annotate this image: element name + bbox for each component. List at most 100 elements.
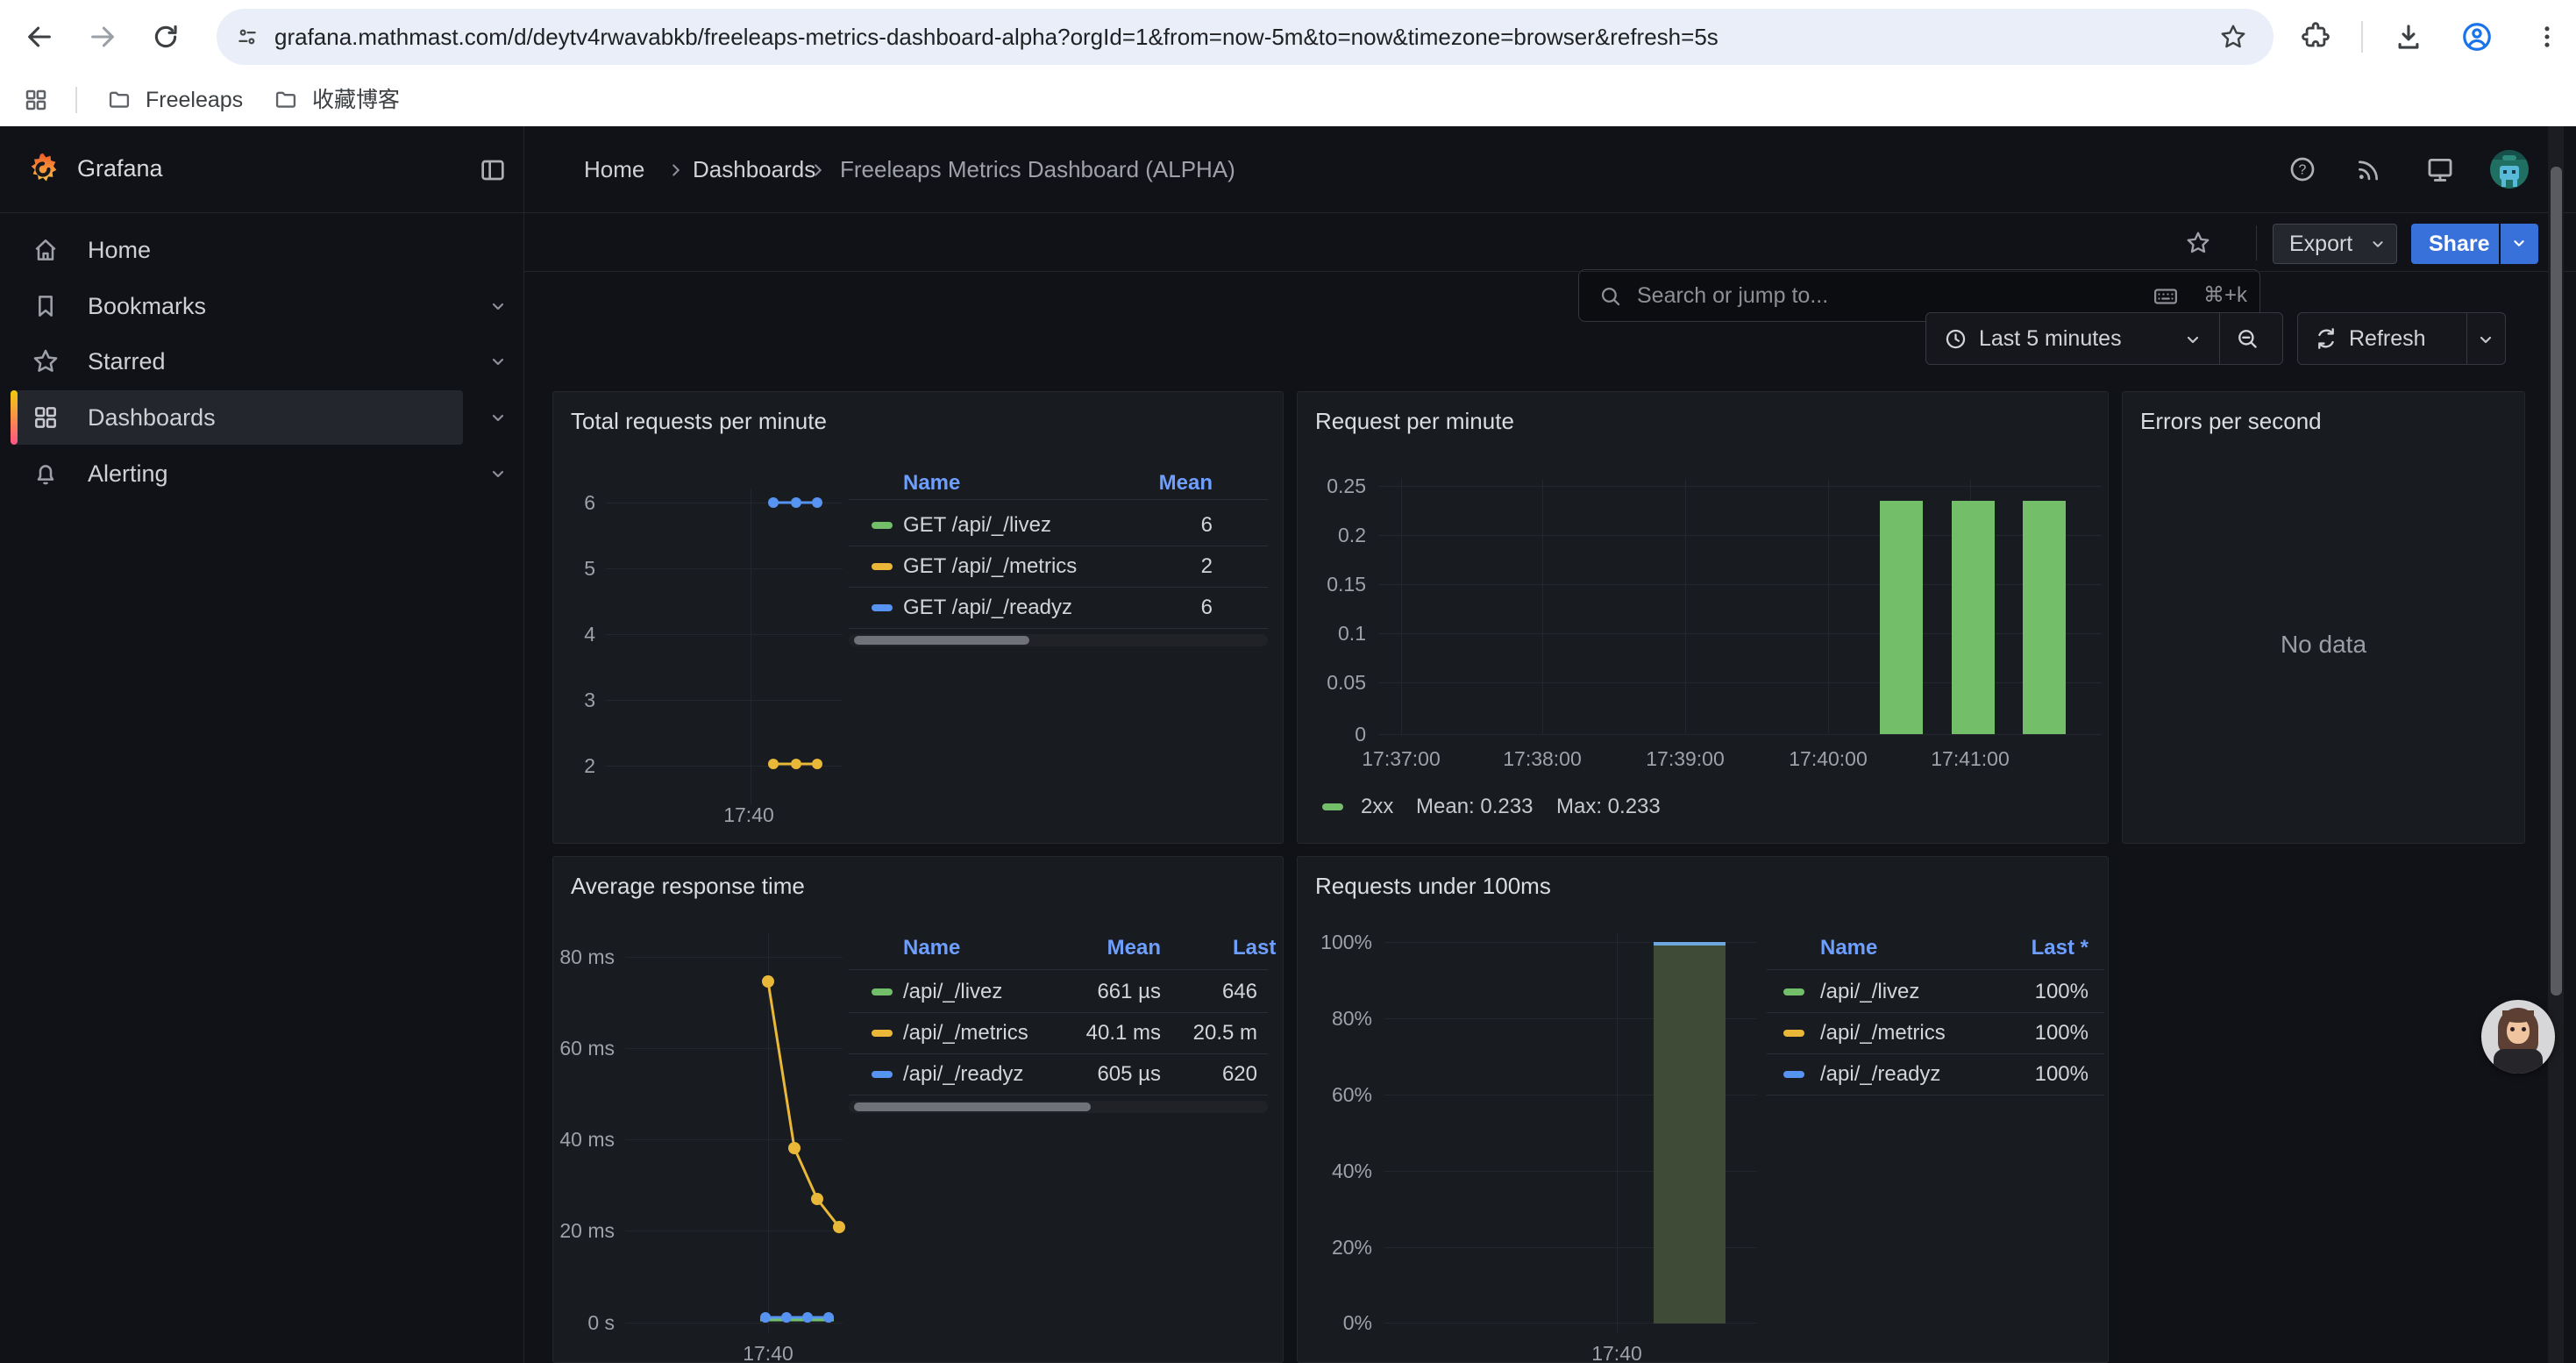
monitor-icon[interactable] [2425,154,2455,184]
scrollbar-thumb[interactable] [2551,167,2562,995]
avatar-body [2494,1049,2543,1074]
x-tick: 17:39:00 [1624,746,1747,771]
panel-title[interactable]: Average response time [571,873,805,899]
svg-text:?: ? [2299,163,2307,178]
user-avatar[interactable] [2490,150,2529,189]
chevron-down-icon[interactable] [487,463,509,484]
panel-title[interactable]: Request per minute [1315,408,1514,434]
time-range-group: Last 5 minutes [1925,312,2283,365]
x-tick: 17:40 [1573,1341,1661,1363]
help-icon[interactable]: ? [2288,155,2316,183]
avatar-eye [2510,1027,2515,1031]
bar-2xx [1880,501,1923,734]
browser-toolbar: grafana.mathmast.com/d/deytv4rwavabkb/fr… [0,0,2576,74]
series-color-chip [872,1030,893,1037]
sidebar-item-home[interactable]: Home [0,223,523,277]
sidebar-item-alerting[interactable]: Alerting [0,446,523,501]
download-icon[interactable] [2394,22,2423,52]
screen: grafana.mathmast.com/d/deytv4rwavabkb/fr… [0,0,2576,1363]
legend-row[interactable]: /api/_/livez 661 µs 646 [553,979,1284,1005]
chevron-down-icon[interactable] [487,407,509,428]
browser-menu-icon[interactable] [2532,22,2562,52]
favorite-star-icon[interactable] [2185,230,2211,256]
profile-icon[interactable] [2460,20,2494,54]
panel-title[interactable]: Total requests per minute [571,408,827,434]
panel-title[interactable]: Errors per second [2140,408,2322,434]
refresh-icon[interactable] [2314,326,2338,351]
bookmark-folder-freeleaps[interactable]: Freeleaps [146,74,243,126]
actions-divider [2256,225,2257,260]
sidebar-item-starred[interactable]: Starred [0,334,523,389]
star-icon [32,347,60,375]
folder-icon[interactable] [107,88,132,112]
export-button[interactable]: Export [2273,224,2397,264]
clock-icon [1944,327,1968,351]
page-scrollbar[interactable] [2548,126,2564,1363]
extensions-icon[interactable] [2301,22,2330,52]
legend-row[interactable]: /api/_/readyz 100% [1298,1061,2109,1088]
legend-row[interactable]: /api/_/livez 100% [1298,979,2109,1005]
legend-row[interactable]: GET /api/_/readyz 6 [553,595,1284,621]
time-range-picker[interactable]: Last 5 minutes [1979,313,2122,364]
legend-header-mean[interactable]: Mean [1081,472,1213,495]
chevron-down-icon[interactable] [487,296,509,317]
news-rss-icon[interactable] [2355,155,2383,183]
panel-title[interactable]: Requests under 100ms [1315,873,1551,899]
y-tick: 0% [1298,1310,1372,1335]
share-menu-button[interactable] [2501,224,2538,264]
toolbar-divider [2361,21,2363,53]
home-icon [32,236,60,264]
share-button[interactable]: Share [2411,224,2499,264]
no-data-message: No data [2123,631,2524,659]
bookmark-folder-blogs[interactable]: 收藏博客 [312,74,400,126]
dashboards-grid-icon [32,403,60,432]
bar-2xx [1952,501,1995,734]
legend-header-last[interactable]: Last * [1233,937,1278,960]
legend-header-name[interactable]: Name [1820,937,1877,960]
refresh-button[interactable]: Refresh [2349,313,2426,364]
legend-header-name[interactable]: Name [903,472,960,495]
y-tick: 80 ms [553,945,615,969]
series-color-chip [1783,1030,1804,1037]
legend-row[interactable]: /api/_/metrics 40.1 ms 20.5 m [553,1020,1284,1046]
brand-label[interactable]: Grafana [77,155,163,182]
chevron-down-icon[interactable] [2182,329,2203,350]
reload-icon[interactable] [151,22,181,52]
legend-row[interactable]: GET /api/_/metrics 2 [553,553,1284,580]
sidebar-item-bookmarks[interactable]: Bookmarks [0,279,523,333]
zoom-out-icon[interactable] [2235,326,2259,351]
forward-icon[interactable] [88,22,117,52]
sidebar-selected-accent [11,390,18,445]
address-bar[interactable]: grafana.mathmast.com/d/deytv4rwavabkb/fr… [217,9,2274,65]
back-icon[interactable] [25,22,54,52]
breadcrumb-dashboards[interactable]: Dashboards [693,126,815,213]
sidebar-toggle-icon[interactable] [479,156,507,184]
chevron-down-icon[interactable] [487,351,509,372]
scrollbar-thumb[interactable] [854,636,1029,645]
scrollbar-thumb[interactable] [854,1103,1091,1111]
sidebar-item-dashboards[interactable]: Dashboards [0,390,523,445]
floating-avatar[interactable] [2481,1000,2555,1074]
refresh-interval-chevron-icon[interactable] [2475,329,2496,350]
grafana-logo[interactable] [25,151,61,188]
bookmark-star-icon[interactable] [2219,23,2247,51]
apps-grid-icon[interactable] [23,87,49,113]
legend-header-mean[interactable]: Mean [1029,937,1161,960]
folder-icon[interactable] [274,88,298,112]
legend-row[interactable]: /api/_/readyz 605 µs 620 [553,1061,1284,1088]
legend-header-name[interactable]: Name [903,937,960,960]
legend-hscrollbar[interactable] [849,634,1268,646]
url-text[interactable]: grafana.mathmast.com/d/deytv4rwavabkb/fr… [274,9,2186,65]
legend-row[interactable]: 2xx Mean: 0.233 Max: 0.233 [1298,794,2109,820]
legend-row[interactable]: GET /api/_/livez 6 [553,512,1284,539]
series-color-chip [872,1071,893,1078]
site-settings-icon[interactable] [236,25,259,48]
breadcrumb-home[interactable]: Home [584,126,644,213]
legend-header-last[interactable]: Last * [1957,937,2089,960]
y-tick: 20 ms [553,1218,615,1243]
legend-hscrollbar[interactable] [849,1101,1268,1113]
legend-row[interactable]: /api/_/metrics 100% [1298,1020,2109,1046]
y-tick: 100% [1298,930,1372,954]
group-divider [2219,313,2220,364]
avatar-eye [2522,1027,2526,1031]
